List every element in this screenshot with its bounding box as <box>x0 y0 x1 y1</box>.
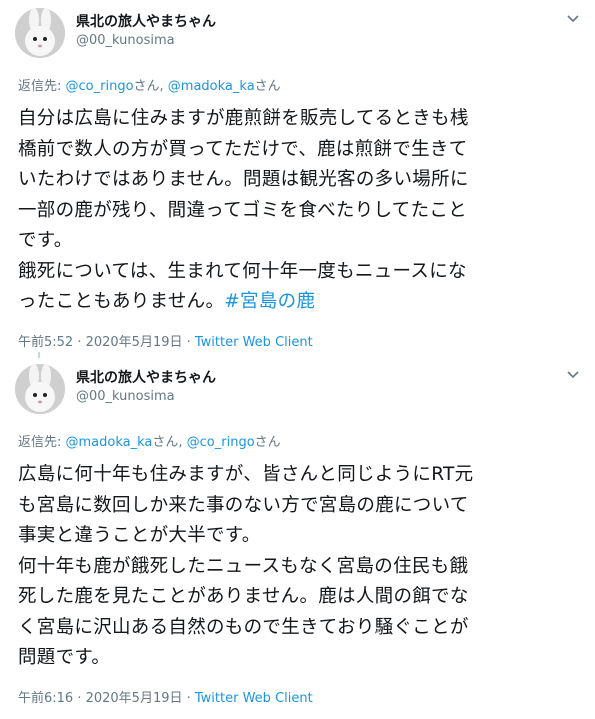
reply-context: 返信先: @co_ringoさん, @madoka_kaさん <box>18 75 281 94</box>
reply-mention-link[interactable]: @madoka_ka <box>168 79 255 94</box>
tweet-text-line: 事実と違うことが大半です。 <box>18 525 261 546</box>
tweet-text: 自分は広島に住みますが鹿煎餅を販売してるときも桟 橋前で数人の方が買ってただけで… <box>18 104 584 318</box>
reply-context: 返信先: @madoka_kaさん, @co_ringoさん <box>18 431 281 450</box>
avatar[interactable] <box>15 364 65 414</box>
tweet-text-line: ったこともありません。#宮島の鹿 <box>18 287 584 318</box>
tweet-text-line: 自分は広島に住みますが鹿煎餅を販売してるときも桟 <box>18 108 469 129</box>
reply-suffix: さん <box>254 435 281 450</box>
tweet-text-line: 問題です。 <box>18 647 111 668</box>
avatar[interactable] <box>15 8 65 58</box>
reply-prefix: 返信先: <box>18 435 66 450</box>
reply-prefix: 返信先: <box>18 79 66 94</box>
tweet-text-line: 広島に何十年も住みますが、皆さんと同じようにRT元 <box>18 464 474 485</box>
tweet-meta: 午前5:52 · 2020年5月19日 · Twitter Web Client <box>18 331 313 350</box>
tweet-text-line: 何十年も鹿が餓死したニュースもなく宮島の住民も餓 <box>18 555 469 577</box>
timestamp[interactable]: 午前6:16 · 2020年5月19日 · <box>18 691 195 706</box>
source-client-link[interactable]: Twitter Web Client <box>195 691 313 706</box>
tweet-text-line: いたわけではありません。問題は観光客の多い場所に <box>18 169 469 190</box>
tweet-text-line: く宮島に沢山ある自然のもので生きており騒ぐことが <box>18 616 469 638</box>
rabbit-avatar-icon <box>15 364 65 414</box>
tweet-text-line: です。 <box>18 230 73 251</box>
user-handle[interactable]: @00_kunosima <box>76 33 175 48</box>
user-handle[interactable]: @00_kunosima <box>76 389 175 404</box>
tweet-text-fragment: ったこともありません。 <box>18 291 225 312</box>
reply-separator: さん, <box>152 435 187 450</box>
chevron-down-icon[interactable] <box>565 369 581 381</box>
display-name[interactable]: 県北の旅人やまちゃん <box>76 367 216 387</box>
rabbit-avatar-icon <box>15 8 65 58</box>
thread-connector <box>38 352 40 358</box>
reply-mention-link[interactable]: @madoka_ka <box>66 435 153 450</box>
reply-mention-link[interactable]: @co_ringo <box>187 435 255 450</box>
source-client-link[interactable]: Twitter Web Client <box>195 335 313 350</box>
tweet-text-line: 一部の鹿が残り、間違ってゴミを食べたりしてたこと <box>18 199 467 221</box>
hashtag-link[interactable]: #宮島の鹿 <box>224 291 315 312</box>
tweet-text-line: 橋前で数人の方が買ってただけで、鹿は煎餅で生きて <box>18 138 468 160</box>
tweet-text-line: も宮島に数回しか来た事のない方で宮島の鹿について <box>18 494 469 516</box>
tweet-meta: 午前6:16 · 2020年5月19日 · Twitter Web Client <box>18 687 313 706</box>
chevron-down-icon[interactable] <box>565 13 581 25</box>
reply-suffix: さん <box>254 79 281 94</box>
reply-separator: さん, <box>133 79 168 94</box>
timestamp[interactable]: 午前5:52 · 2020年5月19日 · <box>18 335 195 350</box>
reply-mention-link[interactable]: @co_ringo <box>66 79 134 94</box>
tweet-text: 広島に何十年も住みますが、皆さんと同じようにRT元 も宮島に数回しか来た事のない… <box>18 460 584 674</box>
display-name[interactable]: 県北の旅人やまちゃん <box>76 11 216 31</box>
tweet-text-line: 死した鹿を見たことがありません。鹿は人間の餌でな <box>18 586 469 607</box>
tweet-text-line: 餓死については、生まれて何十年一度もニュースにな <box>18 260 467 282</box>
